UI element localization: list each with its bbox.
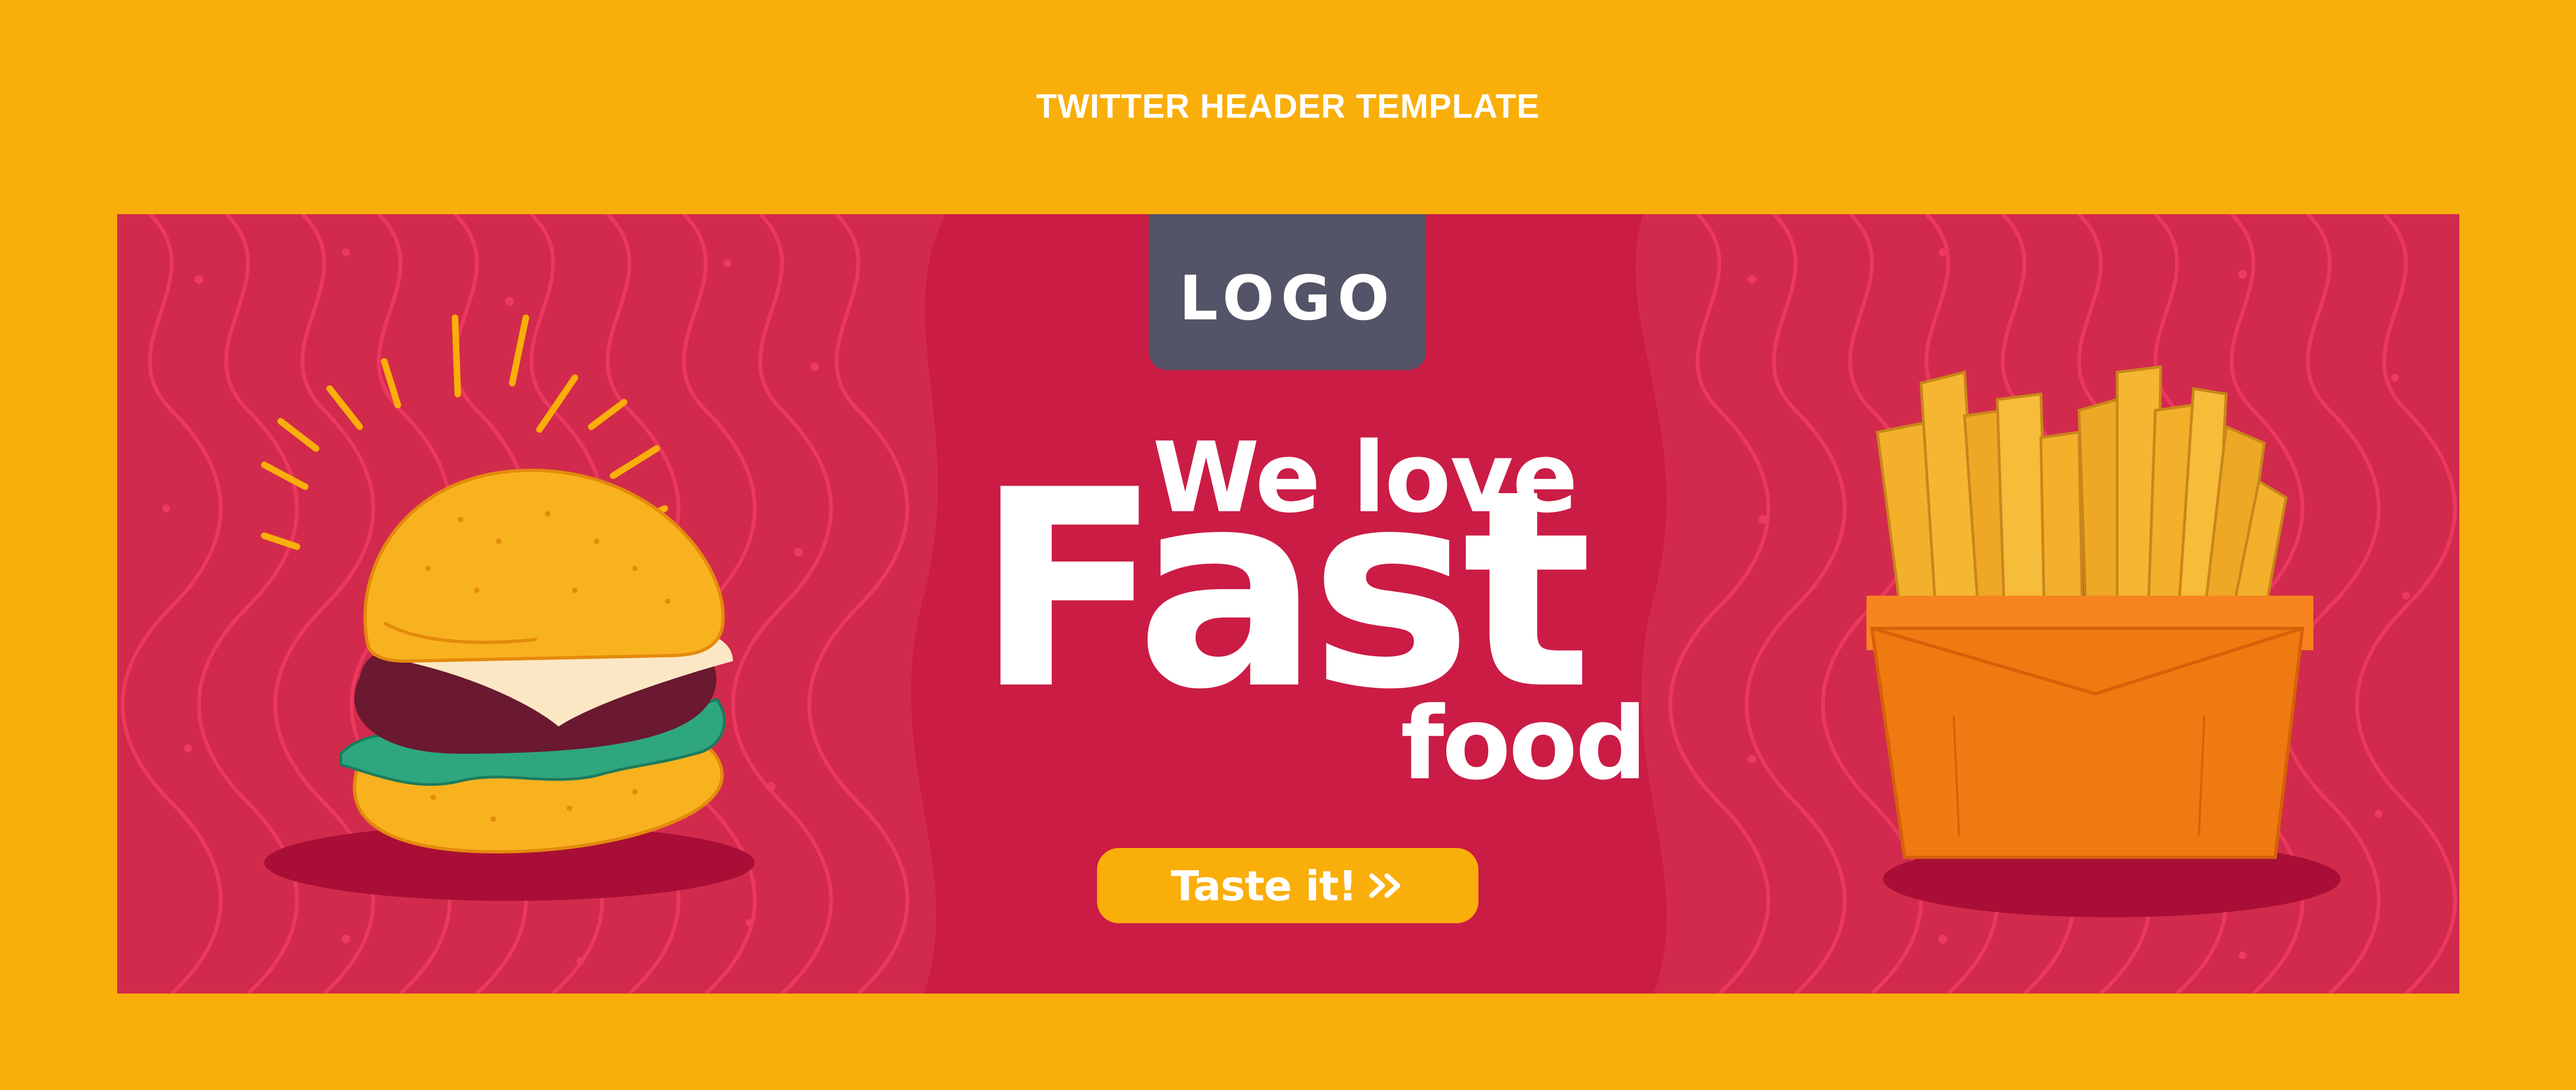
page: TWITTER HEADER TEMPLATE LOGO We love Fas… [0,0,2576,1090]
taste-it-button[interactable]: Taste it! [1097,848,1478,923]
twitter-header-banner: LOGO We love Fast food Taste it! [117,214,2459,994]
logo-label: LOGO [1179,263,1396,334]
double-chevron-right-icon [1369,873,1401,898]
logo-placeholder[interactable]: LOGO [1149,214,1426,370]
taste-it-label: Taste it! [1171,861,1357,910]
fries-illustration [1866,365,2341,917]
headline-line-3: food [1401,686,1647,802]
page-heading: TWITTER HEADER TEMPLATE [1036,88,1540,125]
burger-illustration [261,314,755,901]
